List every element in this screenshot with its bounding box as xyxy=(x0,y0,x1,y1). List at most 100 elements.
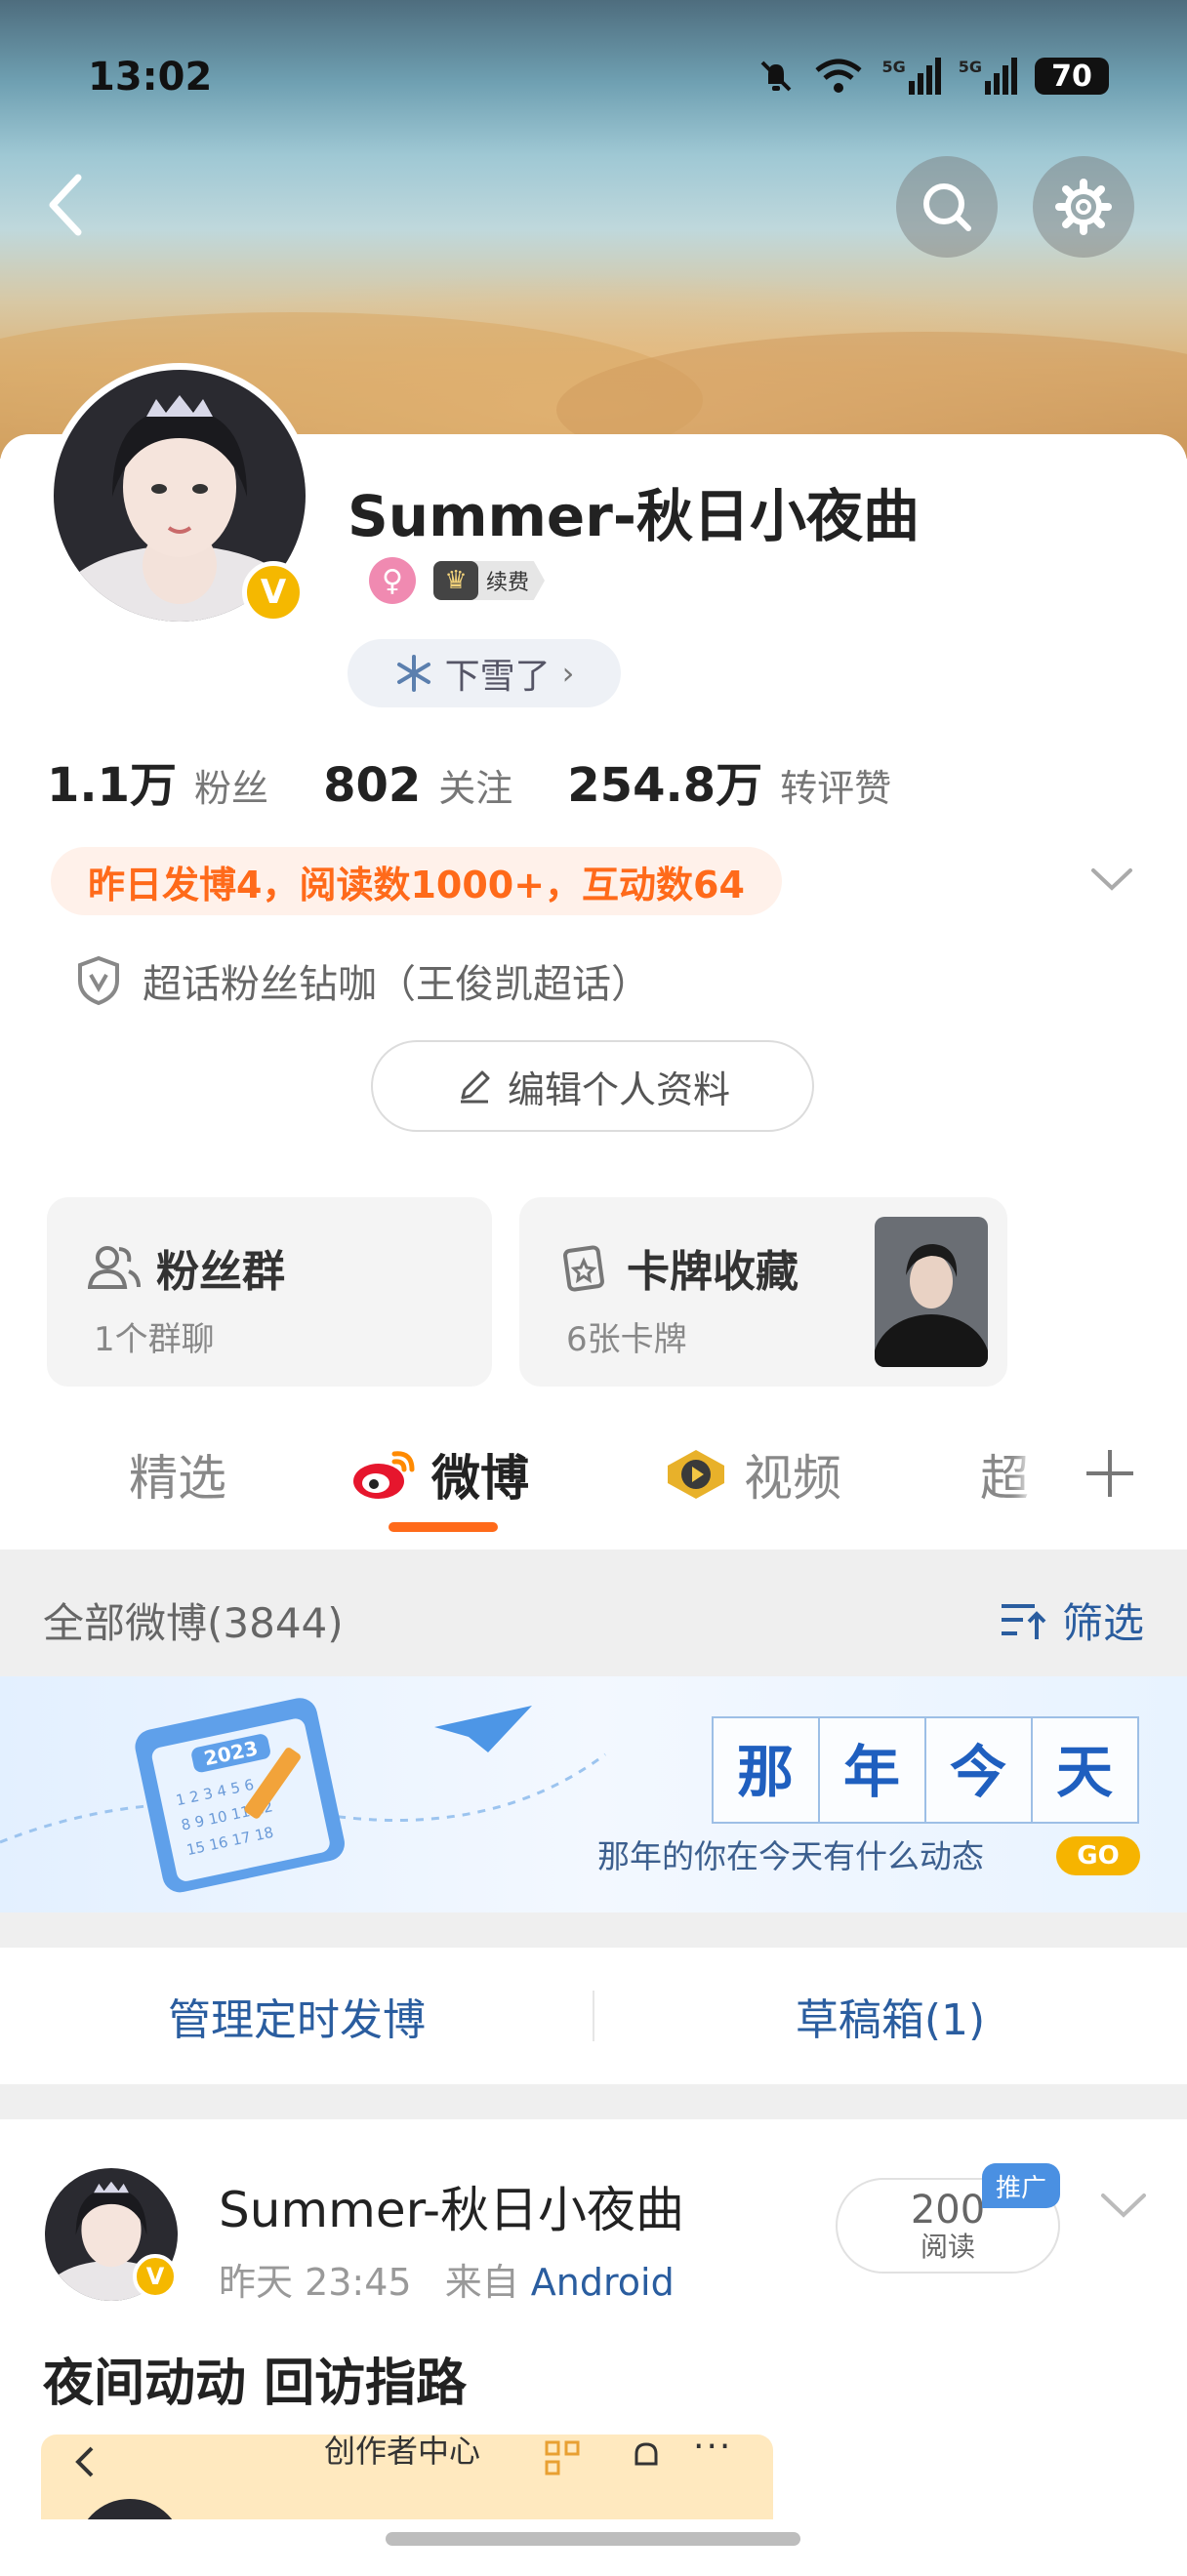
search-button[interactable] xyxy=(896,156,998,258)
cell-signal-2: 5G xyxy=(959,58,1017,95)
fan-group-tile[interactable]: 粉丝群 1个群聊 xyxy=(47,1197,492,1387)
following-count[interactable]: 802 xyxy=(323,758,421,813)
title-char-4: 天 xyxy=(1056,1739,1113,1805)
schedule-drafts-row: 管理定时发博 草稿箱(1) xyxy=(0,1948,1187,2084)
edit-profile-button[interactable]: 编辑个人资料 xyxy=(371,1040,814,1132)
tab-weibo-label: 微博 xyxy=(431,1450,529,1507)
home-indicator[interactable] xyxy=(386,2532,800,2546)
wifi-icon xyxy=(815,59,863,93)
reads-count: 200 xyxy=(910,2188,986,2233)
cell-signal-1: 5G xyxy=(881,58,941,95)
followers-label[interactable]: 粉丝 xyxy=(194,758,268,812)
status-time: 13:02 xyxy=(88,55,213,100)
profile-stats: 1.1万 粉丝 802 关注 254.8万 转评赞 xyxy=(47,746,946,815)
filter-label: 筛选 xyxy=(1061,1599,1144,1647)
calendar-illustration: 2023 1 2 3 4 5 6 8 9 10 11 12 15 16 17 1… xyxy=(0,1698,1139,1893)
thumb-title: 创作者中心 xyxy=(324,2435,481,2470)
following-label[interactable]: 关注 xyxy=(438,758,512,812)
post-meta: 昨天 23:45 来自 Android xyxy=(219,2252,675,2306)
pencil-icon xyxy=(460,1070,490,1104)
post-text: 夜间动动 回访指路 xyxy=(43,2355,468,2413)
followers-count[interactable]: 1.1万 xyxy=(47,746,177,815)
promo-subtitle: 那年的你在今天有什么动态 xyxy=(597,1837,984,1875)
on-this-day-title-grid: 那 年 今 天 xyxy=(712,1716,1139,1824)
card-collection-tile[interactable]: 卡牌收藏 6张卡牌 xyxy=(519,1197,1007,1387)
title-char-3: 今 xyxy=(950,1739,1006,1805)
filter-sort-icon xyxy=(1001,1603,1046,1639)
weather-label: 下雪了 xyxy=(444,657,551,697)
thumb-back-icon xyxy=(75,2446,94,2477)
qr-icon xyxy=(545,2440,580,2475)
group-people-icon xyxy=(88,1246,141,1289)
vip-badge[interactable]: ♛ 续费 xyxy=(433,561,546,600)
promote-tag[interactable]: 推广 xyxy=(982,2163,1060,2208)
post-more-button[interactable] xyxy=(1099,2190,1148,2223)
weibo-logo-icon xyxy=(353,1451,415,1499)
fan-group-title: 粉丝群 xyxy=(156,1247,285,1297)
super-topic-fan-tag[interactable]: 超话粉丝钻咖（王俊凯超话） xyxy=(76,952,650,1009)
profile-name: Summer-秋日小夜曲 xyxy=(348,483,920,549)
card-collection-header: 卡牌收藏 xyxy=(562,1236,798,1299)
settings-button[interactable] xyxy=(1033,156,1134,258)
card-star-icon xyxy=(563,1245,604,1292)
notification-icon xyxy=(634,2442,658,2466)
tab-super-topic[interactable]: 超 xyxy=(980,1439,1039,1509)
interactions-count[interactable]: 254.8万 xyxy=(567,746,762,815)
gender-female-icon: ♀ xyxy=(369,557,416,604)
more-icon: ··· xyxy=(693,2435,733,2467)
card-collection-subtitle: 6张卡牌 xyxy=(566,1320,687,1359)
crown-icon: ♛ xyxy=(433,561,478,600)
scheduled-posts-button[interactable]: 管理定时发博 xyxy=(0,1948,594,2084)
post-source[interactable]: Android xyxy=(531,2261,675,2304)
network-label: 5G xyxy=(881,58,906,76)
drafts-button[interactable]: 草稿箱(1) xyxy=(594,1948,1187,2084)
post-author-name[interactable]: Summer-秋日小夜曲 xyxy=(219,2171,684,2241)
video-play-icon xyxy=(668,1450,724,1499)
plus-icon xyxy=(1086,1450,1133,1497)
divider-bar xyxy=(0,2084,1187,2119)
reads-label: 阅读 xyxy=(920,2231,975,2263)
verified-badge: V xyxy=(242,561,305,624)
card-thumbnail xyxy=(875,1217,988,1367)
filter-button[interactable]: 筛选 xyxy=(998,1590,1144,1650)
chevron-down-icon xyxy=(1101,2194,1146,2218)
active-tab-indicator xyxy=(389,1522,498,1532)
back-icon xyxy=(49,174,82,236)
go-button[interactable]: GO xyxy=(1056,1836,1140,1875)
chevron-down-icon xyxy=(1091,868,1132,891)
edit-profile-label: 编辑个人资料 xyxy=(507,1067,730,1111)
card-collection-title: 卡牌收藏 xyxy=(627,1247,798,1297)
weather-status-chip[interactable]: 下雪了 › xyxy=(348,639,621,707)
mute-bell-icon xyxy=(761,60,792,92)
tab-video[interactable]: 视频 xyxy=(662,1439,841,1509)
divider-bar xyxy=(0,1912,1187,1948)
post-from-prefix: 来自 xyxy=(444,2261,519,2304)
tab-video-label: 视频 xyxy=(744,1450,841,1507)
post-verified-badge: V xyxy=(133,2254,178,2299)
post-image-thumbnail[interactable]: 创作者中心 ··· xyxy=(41,2435,773,2532)
back-button[interactable] xyxy=(39,166,98,248)
network-label: 5G xyxy=(958,58,982,76)
interactions-label[interactable]: 转评赞 xyxy=(780,758,891,812)
add-tab-button[interactable] xyxy=(1033,1405,1187,1542)
fan-tag-label: 超话粉丝钻咖（王俊凯超话） xyxy=(143,962,650,1007)
all-posts-count: 全部微博(3844) xyxy=(43,1599,344,1647)
snowflake-icon xyxy=(396,655,430,692)
post-time: 昨天 23:45 xyxy=(219,2261,412,2304)
fan-group-subtitle: 1个群聊 xyxy=(94,1320,215,1359)
shield-v-icon xyxy=(78,955,119,1006)
search-icon xyxy=(923,183,971,231)
battery-indicator: 70 xyxy=(1035,58,1109,95)
yesterday-activity-banner[interactable]: 昨日发博4，阅读数1000+，互动数64 xyxy=(51,847,782,915)
title-char-2: 年 xyxy=(843,1739,900,1805)
title-char-1: 那 xyxy=(737,1739,794,1805)
tab-weibo[interactable]: 微博 xyxy=(351,1439,529,1509)
fan-group-header: 粉丝群 xyxy=(88,1236,285,1299)
bottom-safe-area xyxy=(0,2519,1187,2576)
on-this-day-banner[interactable]: 2023 1 2 3 4 5 6 8 9 10 11 12 15 16 17 1… xyxy=(0,1676,1187,1912)
expand-button[interactable] xyxy=(1089,865,1134,898)
gear-icon xyxy=(1055,179,1112,235)
status-icons: 5G 5G 70 xyxy=(757,57,1109,96)
tab-featured[interactable]: 精选 xyxy=(129,1439,226,1509)
chevron-right-icon: › xyxy=(561,655,575,692)
